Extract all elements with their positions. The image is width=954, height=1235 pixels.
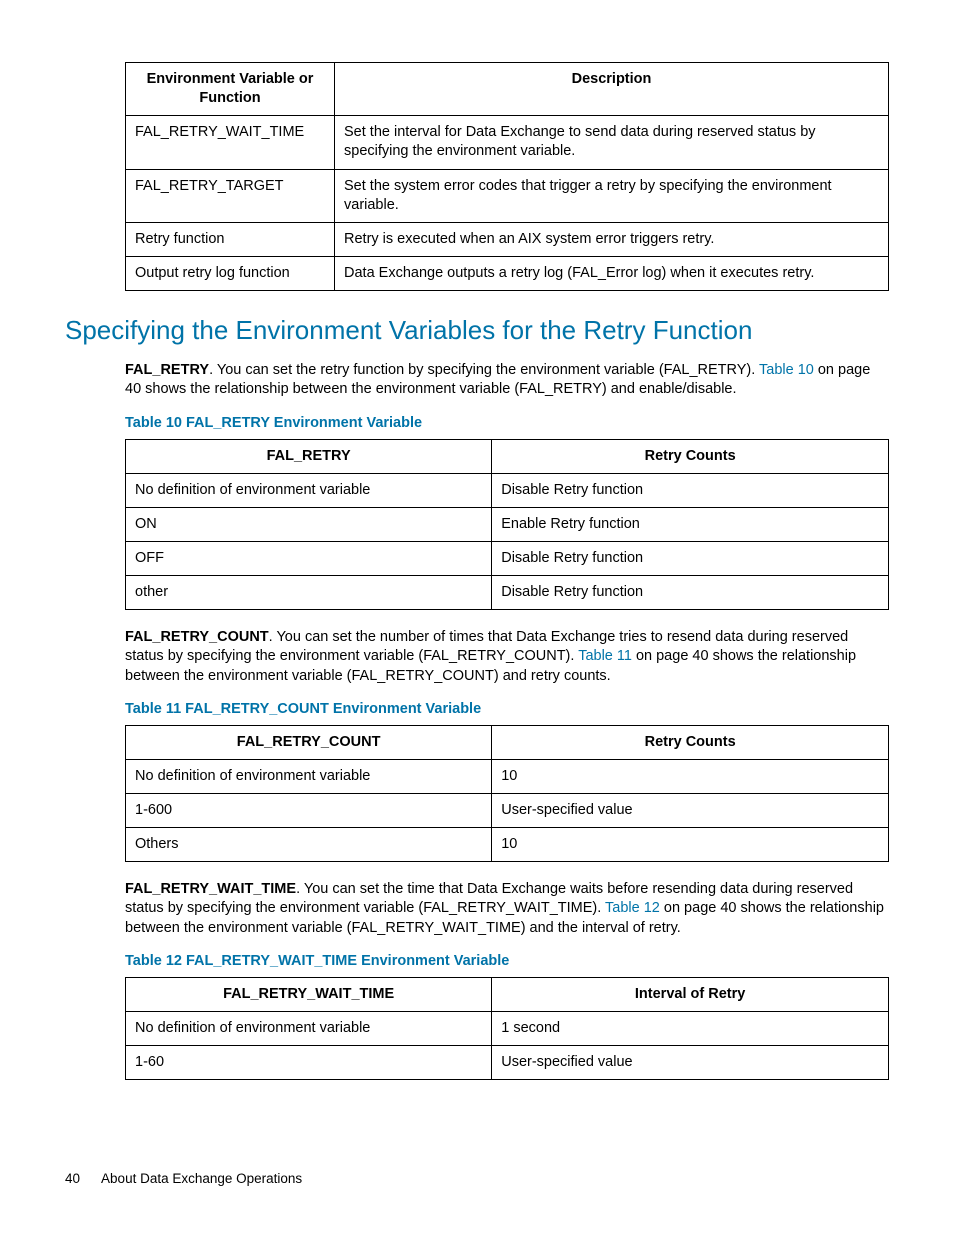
- table-row: ONEnable Retry function: [126, 507, 889, 541]
- table-row: Output retry log function Data Exchange …: [126, 256, 889, 290]
- table-12: FAL_RETRY_WAIT_TIME Interval of Retry No…: [125, 977, 889, 1080]
- table-row: No definition of environment variable10: [126, 759, 889, 793]
- table-row: 1-600User-specified value: [126, 794, 889, 828]
- table-12-caption: Table 12 FAL_RETRY_WAIT_TIME Environment…: [125, 952, 889, 971]
- paragraph-fal-retry-count: FAL_RETRY_COUNT. You can set the number …: [125, 628, 889, 685]
- col-header: Description: [335, 63, 889, 116]
- table-10-caption: Table 10 FAL_RETRY Environment Variable: [125, 414, 889, 433]
- table-row: FAL_RETRY_TARGET Set the system error co…: [126, 169, 889, 222]
- link-table-11[interactable]: Table 11: [578, 648, 632, 664]
- footer-title: About Data Exchange Operations: [101, 1171, 302, 1186]
- table-row: FAL_RETRY_WAIT_TIME Set the interval for…: [126, 116, 889, 169]
- col-header: FAL_RETRY: [126, 439, 492, 473]
- env-func-table: Environment Variable or Function Descrip…: [125, 62, 889, 291]
- page-footer: 40 About Data Exchange Operations: [65, 1170, 889, 1188]
- table-row: No definition of environment variableDis…: [126, 473, 889, 507]
- link-table-10[interactable]: Table 10: [759, 362, 814, 378]
- table-row: OFFDisable Retry function: [126, 542, 889, 576]
- table-11: FAL_RETRY_COUNT Retry Counts No definiti…: [125, 725, 889, 863]
- table-row: 1-60User-specified value: [126, 1046, 889, 1080]
- table-row: Retry function Retry is executed when an…: [126, 222, 889, 256]
- col-header: FAL_RETRY_COUNT: [126, 725, 492, 759]
- col-header: Retry Counts: [492, 439, 889, 473]
- table-11-caption: Table 11 FAL_RETRY_COUNT Environment Var…: [125, 700, 889, 719]
- col-header: Retry Counts: [492, 725, 889, 759]
- page-number: 40: [65, 1170, 80, 1188]
- link-table-12[interactable]: Table 12: [605, 900, 660, 916]
- col-header: Environment Variable or Function: [126, 63, 335, 116]
- paragraph-fal-retry-wait-time: FAL_RETRY_WAIT_TIME. You can set the tim…: [125, 880, 889, 937]
- table-row: Others10: [126, 828, 889, 862]
- table-row: otherDisable Retry function: [126, 576, 889, 610]
- paragraph-fal-retry: FAL_RETRY. You can set the retry functio…: [125, 361, 889, 399]
- col-header: FAL_RETRY_WAIT_TIME: [126, 977, 492, 1011]
- table-row: No definition of environment variable1 s…: [126, 1011, 889, 1045]
- col-header: Interval of Retry: [492, 977, 889, 1011]
- table-10: FAL_RETRY Retry Counts No definition of …: [125, 439, 889, 611]
- section-heading: Specifying the Environment Variables for…: [65, 313, 889, 347]
